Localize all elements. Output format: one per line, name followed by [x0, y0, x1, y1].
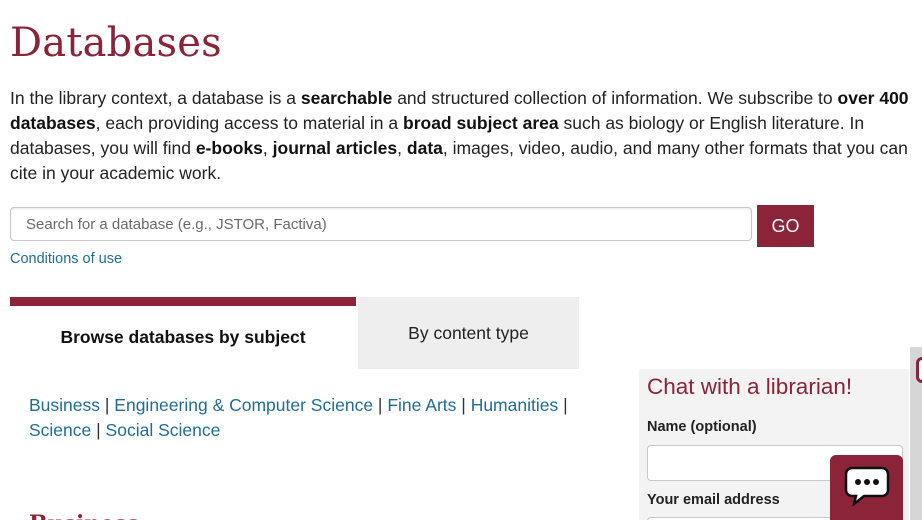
intro-text: In the library context, a database is a [10, 88, 301, 108]
intro-text: , each providing access to material in a [95, 113, 403, 133]
intro-bold-searchable: searchable [300, 88, 393, 108]
subject-separator: | [100, 395, 115, 415]
go-button[interactable]: GO [757, 205, 814, 247]
subject-separator: | [558, 395, 568, 415]
intro-text: and structured collection of information… [392, 88, 838, 108]
intro-bold-journal-articles: journal articles [272, 138, 398, 158]
intro-bold-broad-subject: broad subject area [403, 113, 559, 133]
subject-link-business[interactable]: Business [29, 395, 100, 415]
chat-name-label: Name (optional) [647, 419, 757, 435]
intro-bold-ebooks: e-books [195, 138, 263, 158]
subject-link-science[interactable]: Science [29, 420, 91, 440]
tab-by-content-type[interactable]: By content type [358, 297, 579, 369]
chat-bubble-icon [844, 464, 890, 511]
intro-paragraph: In the library context, a database is a … [10, 86, 915, 186]
intro-text: , [262, 138, 273, 158]
database-search-input[interactable] [10, 207, 752, 241]
side-widget-tab[interactable] [916, 357, 922, 383]
page-title: Databases [10, 20, 222, 66]
subject-link-social-science[interactable]: Social Science [106, 420, 221, 440]
subject-link-fine-arts[interactable]: Fine Arts [387, 395, 456, 415]
intro-text: , [397, 138, 407, 158]
subject-link-humanities[interactable]: Humanities [471, 395, 559, 415]
intro-bold-data: data [406, 138, 443, 158]
chat-launcher-button[interactable] [830, 455, 903, 520]
chat-email-label: Your email address [647, 492, 780, 508]
chat-title: Chat with a librarian! [647, 374, 853, 399]
conditions-of-use-link[interactable]: Conditions of use [10, 251, 122, 267]
subject-separator: | [91, 420, 106, 440]
subject-links: Business | Engineering & Computer Scienc… [29, 393, 599, 443]
section-heading-business: Business [29, 511, 139, 520]
subject-separator: | [373, 395, 388, 415]
subject-link-engineering-computer-science[interactable]: Engineering & Computer Science [114, 395, 373, 415]
tab-browse-by-subject[interactable]: Browse databases by subject [10, 297, 356, 369]
subject-separator: | [456, 395, 471, 415]
